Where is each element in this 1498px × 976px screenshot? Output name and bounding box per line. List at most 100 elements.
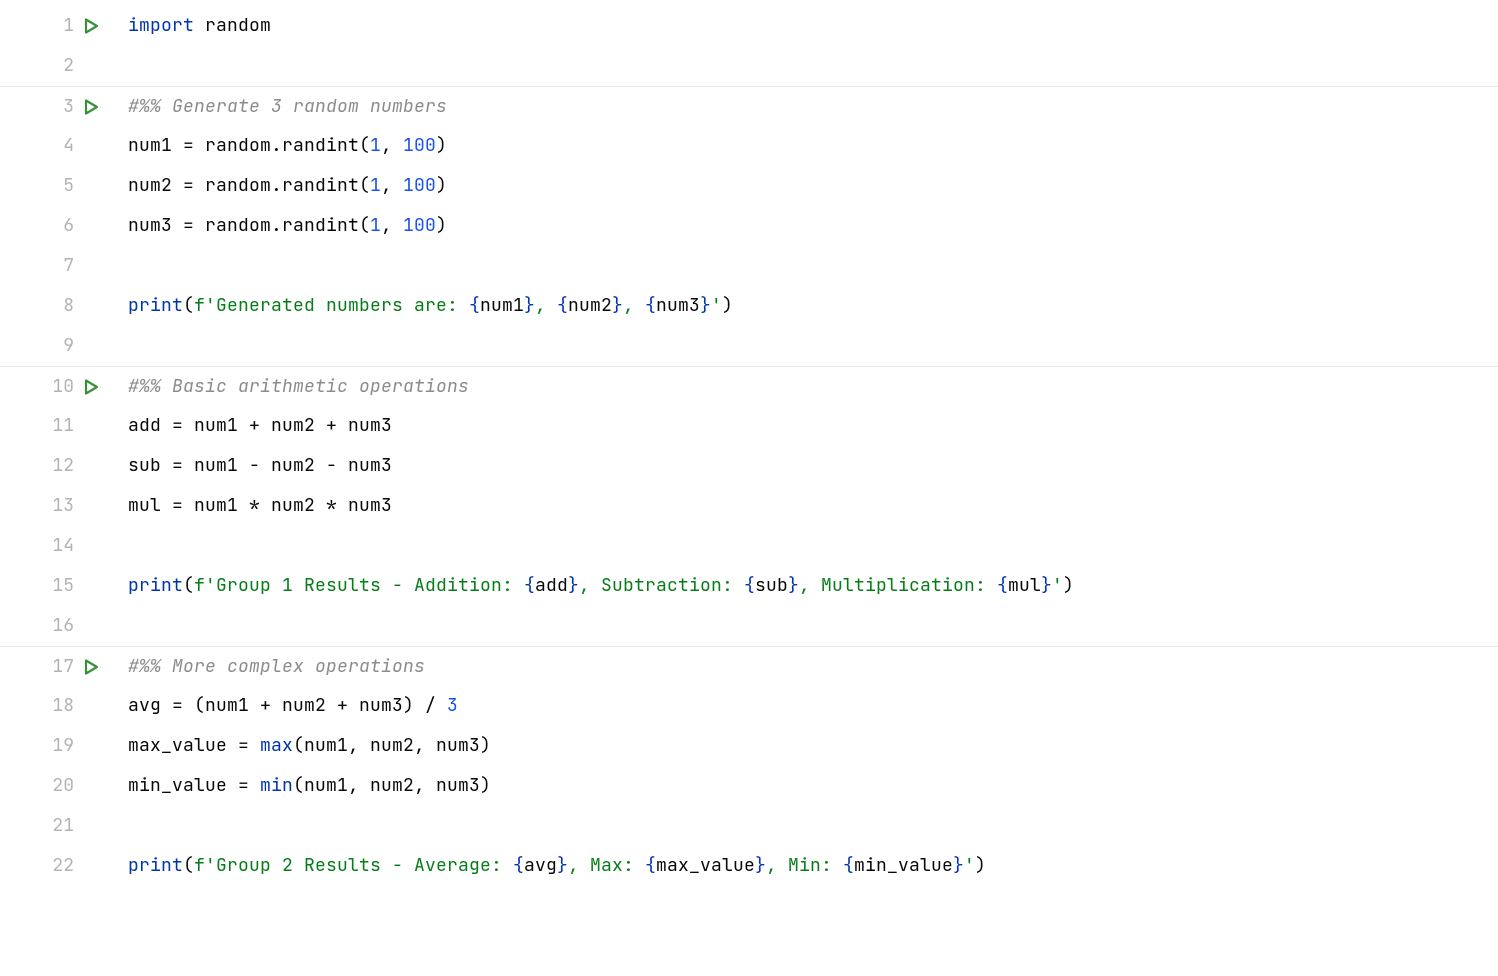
editor-line[interactable]: 7 <box>0 246 1498 286</box>
run-cell-slot[interactable] <box>74 99 108 115</box>
line-number: 17 <box>38 654 74 679</box>
token: num1 = random.randint( <box>128 134 370 157</box>
code-content[interactable]: #%% Basic arithmetic operations <box>112 374 469 399</box>
token: , <box>381 174 403 197</box>
editor-line[interactable]: 1 import random <box>0 6 1498 46</box>
line-number: 3 <box>38 94 74 119</box>
gutter: 14 <box>0 533 112 558</box>
code-content[interactable]: print(f'Group 1 Results - Addition: {add… <box>112 573 1074 598</box>
editor-line[interactable]: 9 <box>0 326 1498 366</box>
editor-line[interactable]: 18avg = (num1 + num2 + num3) / 3 <box>0 686 1498 726</box>
token: f'Generated numbers are: <box>194 294 469 317</box>
token: min_value = <box>128 774 260 797</box>
token: , Min: <box>766 854 843 877</box>
gutter: 9 <box>0 333 112 358</box>
token: avg = (num1 + num2 + num3) / <box>128 694 447 717</box>
editor-line[interactable]: 5 num2 = random.randint(1, 100) <box>0 166 1498 206</box>
gutter: 19 <box>0 733 112 758</box>
gutter: 20 <box>0 773 112 798</box>
line-number: 5 <box>38 173 74 198</box>
token: max_value <box>656 854 755 877</box>
code-content[interactable]: num1 = random.randint(1, 100) <box>112 133 447 158</box>
line-number: 20 <box>38 773 74 798</box>
line-number: 11 <box>38 413 74 438</box>
editor-line[interactable]: 21 <box>0 806 1498 846</box>
gutter: 11 <box>0 413 112 438</box>
run-cell-slot[interactable] <box>74 18 108 34</box>
token: } <box>557 854 568 877</box>
run-cell-slot[interactable] <box>74 379 108 395</box>
editor-line[interactable]: 2 <box>0 46 1498 86</box>
line-number: 14 <box>38 533 74 558</box>
editor-line[interactable]: 12sub = num1 - num2 - num3 <box>0 446 1498 486</box>
code-content[interactable]: min_value = min(num1, num2, num3) <box>112 773 491 798</box>
editor-line[interactable]: 10 #%% Basic arithmetic operations <box>0 366 1498 406</box>
token: 1 <box>370 214 381 237</box>
gutter: 7 <box>0 253 112 278</box>
gutter: 16 <box>0 613 112 638</box>
line-number: 15 <box>38 573 74 598</box>
line-number: 13 <box>38 493 74 518</box>
line-number: 2 <box>38 53 74 78</box>
gutter: 21 <box>0 813 112 838</box>
editor-line[interactable]: 14 <box>0 526 1498 566</box>
token: , Max: <box>568 854 645 877</box>
editor-line[interactable]: 22 print(f'Group 2 Results - Average: {av… <box>0 846 1498 886</box>
editor-line[interactable]: 4num1 = random.randint(1, 100) <box>0 126 1498 166</box>
token: } <box>700 294 711 317</box>
editor-line[interactable]: 20 min_value = min(num1, num2, num3) <box>0 766 1498 806</box>
token: , Multiplication: <box>799 574 997 597</box>
editor-line[interactable]: 8 print(f'Generated numbers are: {num1}, … <box>0 286 1498 326</box>
code-content[interactable]: print(f'Generated numbers are: {num1}, {… <box>112 293 733 318</box>
token: 100 <box>403 214 436 237</box>
line-number: 6 <box>38 213 74 238</box>
token: max_value = <box>128 734 260 757</box>
editor-line[interactable]: 3 #%% Generate 3 random numbers <box>0 86 1498 126</box>
token: num2 = random.randint( <box>128 174 370 197</box>
editor-line[interactable]: 13 mul = num1 * num2 * num3 <box>0 486 1498 526</box>
line-number: 9 <box>38 333 74 358</box>
editor-line[interactable]: 17 #%% More complex operations <box>0 646 1498 686</box>
gutter: 2 <box>0 53 112 78</box>
code-content[interactable]: #%% Generate 3 random numbers <box>112 94 447 119</box>
gutter: 18 <box>0 693 112 718</box>
run-cell-icon[interactable] <box>83 99 99 115</box>
gutter: 13 <box>0 493 112 518</box>
token: } <box>788 574 799 597</box>
gutter: 22 <box>0 853 112 878</box>
run-cell-icon[interactable] <box>83 659 99 675</box>
code-content[interactable]: num3 = random.randint(1, 100) <box>112 213 447 238</box>
code-content[interactable]: mul = num1 * num2 * num3 <box>112 493 392 518</box>
run-cell-slot[interactable] <box>74 659 108 675</box>
token: (num1, num2, num3) <box>293 774 491 797</box>
token: #%% Basic arithmetic operations <box>128 375 469 398</box>
code-editor[interactable]: 1 import random 2 3 #%% Generate 3 random … <box>0 0 1498 886</box>
code-content[interactable]: avg = (num1 + num2 + num3) / 3 <box>112 693 458 718</box>
line-number: 16 <box>38 613 74 638</box>
line-number: 22 <box>38 853 74 878</box>
line-number: 7 <box>38 253 74 278</box>
editor-line[interactable]: 19max_value = max(num1, num2, num3) <box>0 726 1498 766</box>
token: { <box>557 294 568 317</box>
editor-line[interactable]: 15 print(f'Group 1 Results - Addition: {a… <box>0 566 1498 606</box>
run-cell-icon[interactable] <box>83 18 99 34</box>
gutter: 5 <box>0 173 112 198</box>
editor-line[interactable]: 6 num3 = random.randint(1, 100) <box>0 206 1498 246</box>
code-content[interactable]: sub = num1 - num2 - num3 <box>112 453 392 478</box>
run-cell-icon[interactable] <box>83 379 99 395</box>
gutter: 17 <box>0 654 112 679</box>
editor-line[interactable]: 11 add = num1 + num2 + num3 <box>0 406 1498 446</box>
code-content[interactable]: max_value = max(num1, num2, num3) <box>112 733 491 758</box>
token: 100 <box>403 174 436 197</box>
code-content[interactable]: print(f'Group 2 Results - Average: {avg}… <box>112 853 986 878</box>
code-content[interactable]: num2 = random.randint(1, 100) <box>112 173 447 198</box>
code-content[interactable]: add = num1 + num2 + num3 <box>112 413 392 438</box>
code-content[interactable]: #%% More complex operations <box>112 654 425 679</box>
token: } <box>1041 574 1052 597</box>
token: add <box>535 574 568 597</box>
token: 3 <box>447 694 458 717</box>
token: } <box>612 294 623 317</box>
line-number: 8 <box>38 293 74 318</box>
code-content[interactable]: import random <box>112 13 271 38</box>
editor-line[interactable]: 16 <box>0 606 1498 646</box>
